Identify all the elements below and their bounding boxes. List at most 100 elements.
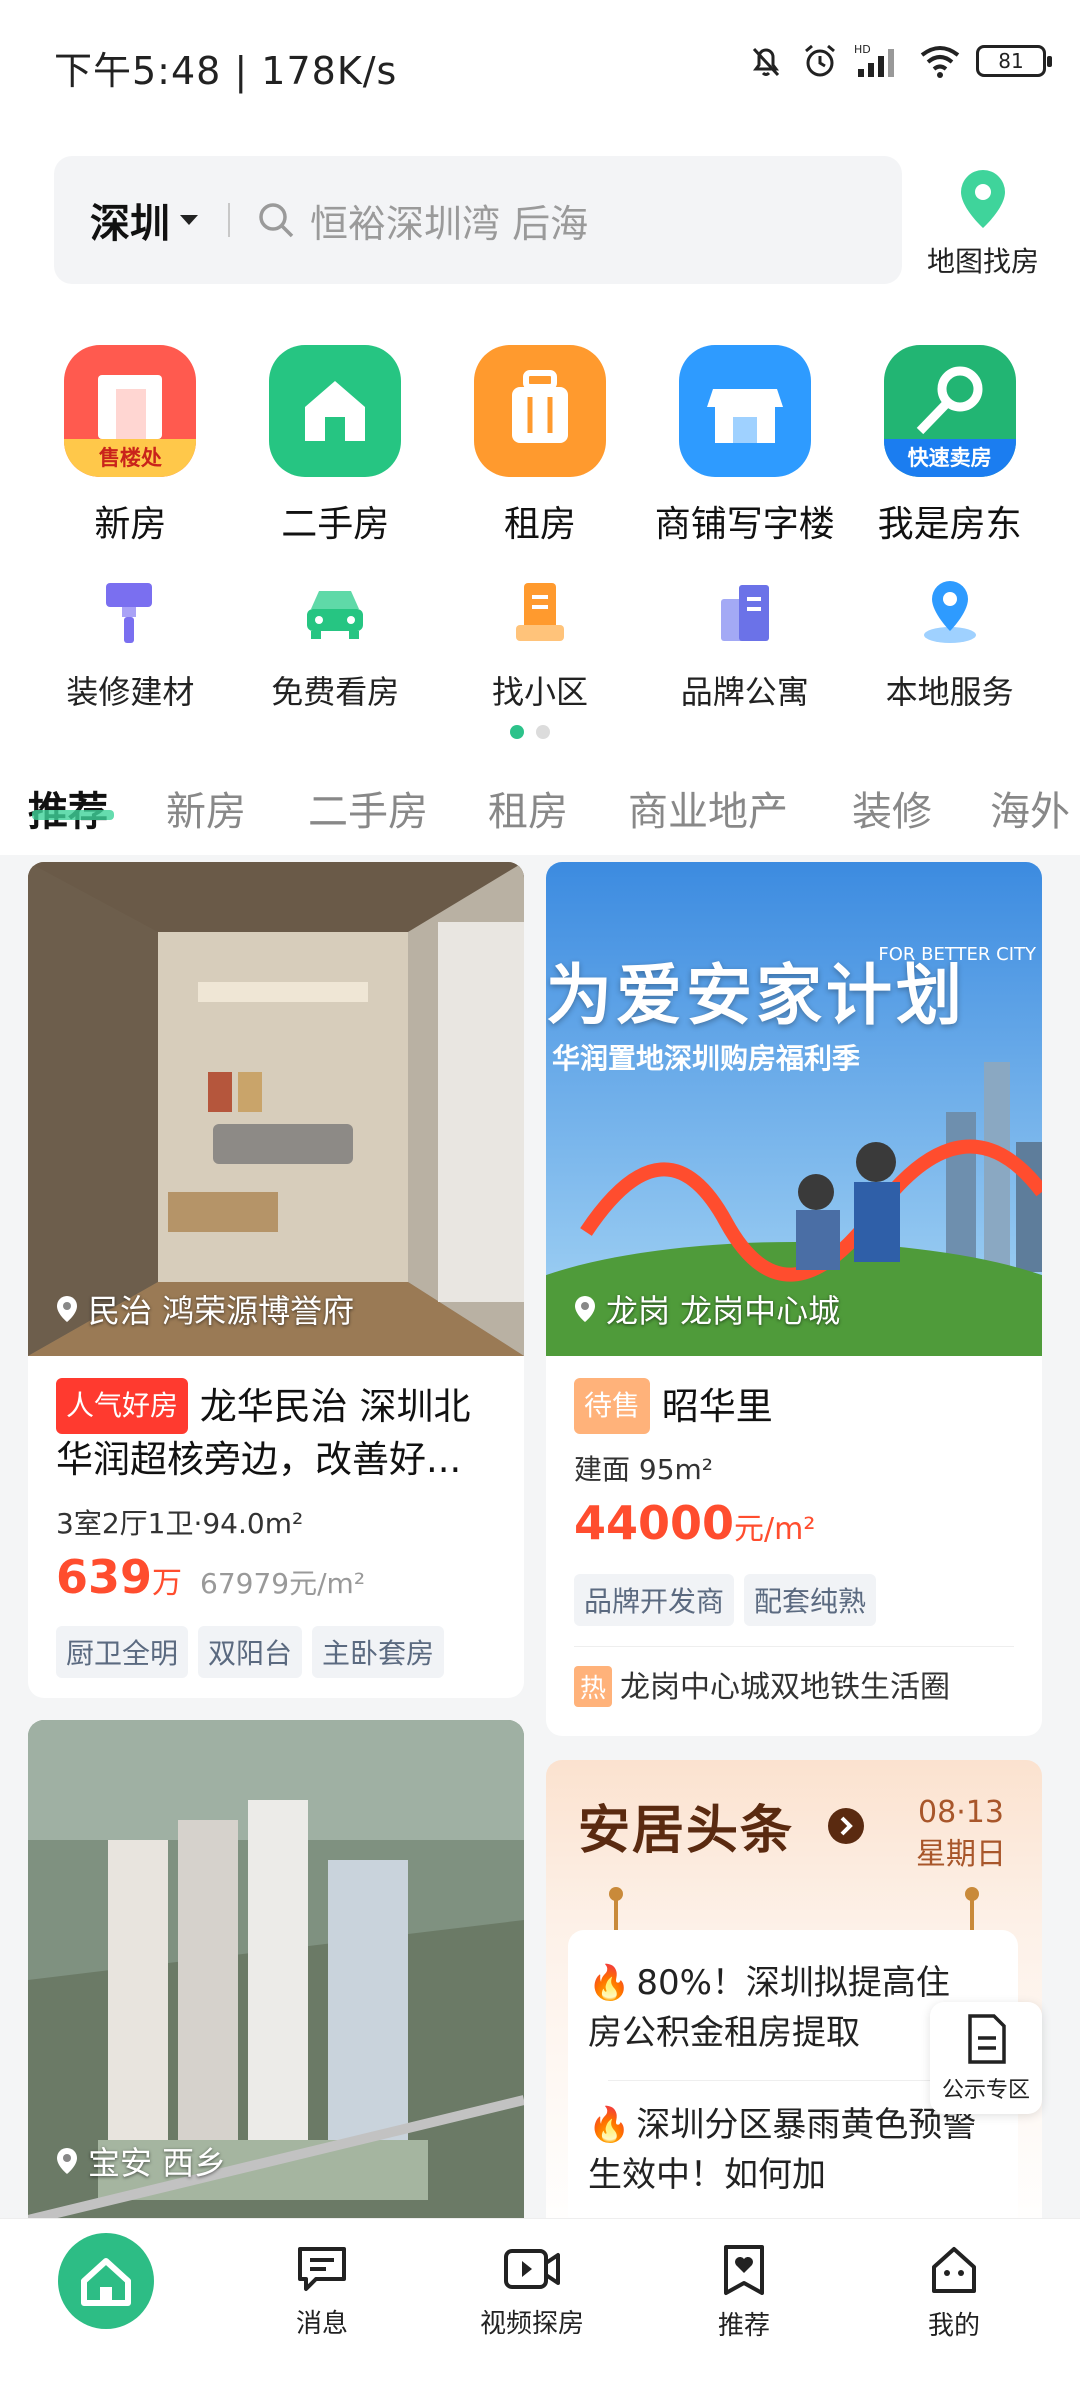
news-title[interactable]: 安居头条 xyxy=(578,1788,794,1863)
feature-chips: 品牌开发商 配套纯熟 xyxy=(574,1574,886,1626)
listing-card[interactable]: 为爱安家计划 FOR BETTER CITY 华润置地深圳购房福利季 龙岗 龙岗… xyxy=(546,862,1042,1736)
location-pin-icon xyxy=(57,2148,77,2174)
news-date: 08·13 星期日 xyxy=(916,1792,1006,1876)
nav-label: 我的 xyxy=(927,2311,980,2341)
tab-overseas[interactable]: 海外 xyxy=(990,779,1070,837)
feature-chip: 品牌开发商 xyxy=(574,1574,735,1626)
divider xyxy=(228,203,230,237)
category-find-community[interactable]: 找小区 xyxy=(438,575,643,713)
search-input[interactable]: 恒裕深圳湾 后海 xyxy=(310,193,588,248)
map-search-button[interactable]: 地图找房 xyxy=(918,166,1048,286)
feature-chip: 厨卫全明 xyxy=(56,1626,189,1678)
mute-bell-icon xyxy=(752,47,780,77)
key-icon: 快速卖房 xyxy=(883,345,1016,477)
nav-video-tour[interactable]: 视频探房 xyxy=(452,2243,612,2340)
listing-price: 639万 67979元/m² xyxy=(56,1550,365,1604)
bookmark-heart-icon xyxy=(724,2245,764,2295)
tab-second-hand[interactable]: 二手房 xyxy=(308,779,428,837)
nav-label: 推荐 xyxy=(717,2311,770,2341)
shop-icon xyxy=(678,345,811,477)
tab-decoration[interactable]: 装修 xyxy=(852,779,932,837)
listing-card[interactable]: 民治 鸿荣源博誉府 人气好房 龙华民治 深圳北华润超核旁边，改善好... 3室2… xyxy=(28,862,524,1698)
hot-badge: 热 xyxy=(574,1666,613,1707)
signal-icon: HD xyxy=(854,43,894,77)
fire-icon: 🔥 xyxy=(588,1963,631,2003)
category-rental[interactable]: 租房 xyxy=(438,345,643,547)
total-price: 639 xyxy=(56,1550,153,1604)
feature-chip: 主卧套房 xyxy=(312,1626,445,1678)
category-landlord[interactable]: 快速卖房 我是房东 xyxy=(847,345,1052,547)
status-time: 下午5:48 | 178K/s xyxy=(54,49,398,93)
top-panel: 下午5:48 | 178K/s HD 81 深圳 恒裕深圳湾 后海 地图找房 售… xyxy=(0,0,1080,755)
suitcase-icon xyxy=(473,345,606,477)
category-second-hand[interactable]: 二手房 xyxy=(233,345,438,547)
chevron-right-icon[interactable] xyxy=(828,1808,864,1844)
primary-categories: 售楼处 新房 二手房 租房 商铺写字楼 快速卖房 我是房东 xyxy=(28,345,1052,547)
alarm-icon xyxy=(805,44,835,77)
video-icon xyxy=(504,2249,560,2289)
tab-rental[interactable]: 租房 xyxy=(488,779,568,837)
nav-label: 消息 xyxy=(295,2309,348,2339)
news-card[interactable]: 安居头条 08·13 星期日 🔥 80%！深圳拟提高住房公积金租房提取 🔥 深圳分区… xyxy=(546,1760,1042,2240)
for-sale-tag: 待售 xyxy=(574,1378,651,1434)
profile-icon xyxy=(932,2247,976,2293)
listing-card[interactable]: 宝安 西乡 xyxy=(28,1720,524,2240)
active-tab-indicator xyxy=(32,810,114,820)
category-decoration[interactable]: 装修建材 xyxy=(28,575,233,713)
apartment-icon xyxy=(720,585,769,641)
category-label: 新房 xyxy=(94,504,167,545)
listing-photo xyxy=(28,862,524,1356)
hot-info: 热龙岗中心城双地铁生活圈 xyxy=(574,1662,950,1707)
unit-price-value: 44000 xyxy=(574,1496,735,1550)
nav-profile[interactable]: 我的 xyxy=(874,2243,1034,2342)
category-label: 免费看房 xyxy=(271,673,400,711)
category-brand-apartment[interactable]: 品牌公寓 xyxy=(642,575,847,713)
news-date-weekday: 星期日 xyxy=(916,1837,1006,1872)
paint-brush-icon xyxy=(106,583,153,643)
bottom-nav: 消息 视频探房 推荐 我的 xyxy=(0,2218,1080,2400)
tab-commercial[interactable]: 商业地产 xyxy=(628,779,788,837)
status-bar: 下午5:48 | 178K/s HD 81 xyxy=(0,0,1080,130)
tab-recommend[interactable]: 推荐 xyxy=(28,779,108,837)
search-bar[interactable]: 深圳 恒裕深圳湾 后海 xyxy=(54,156,902,284)
popular-tag: 人气好房 xyxy=(56,1378,189,1434)
hot-text: 龙岗中心城双地铁生活圈 xyxy=(620,1670,951,1705)
fire-icon: 🔥 xyxy=(588,2105,631,2145)
listing-location: 民治 鸿荣源博誉府 xyxy=(54,1286,354,1332)
carousel-dot-active xyxy=(510,725,524,739)
category-free-viewing[interactable]: 免费看房 xyxy=(233,575,438,713)
listing-title-block: 待售 昭华里 xyxy=(574,1378,773,1434)
tab-new-homes[interactable]: 新房 xyxy=(166,779,246,837)
category-label: 找小区 xyxy=(491,673,588,711)
location-text: 民治 鸿荣源博誉府 xyxy=(88,1292,355,1330)
location-text: 龙岗 龙岗中心城 xyxy=(606,1292,841,1330)
document-icon xyxy=(968,2014,1006,2064)
battery-indicator: 81 xyxy=(976,45,1052,77)
city-selector[interactable]: 深圳 xyxy=(90,191,170,249)
news-item[interactable]: 🔥 80%！深圳拟提高住房公积金租房提取 xyxy=(588,1958,978,2058)
home-button[interactable] xyxy=(58,2233,154,2329)
category-local-service[interactable]: 本地服务 xyxy=(847,575,1052,713)
secondary-categories: 装修建材 免费看房 找小区 品牌公寓 本地服务 xyxy=(28,575,1052,713)
category-label: 租房 xyxy=(503,504,576,545)
feature-chips: 厨卫全明 双阳台 主卧套房 xyxy=(56,1626,454,1678)
listing-price: 44000元/m² xyxy=(574,1496,815,1550)
listing-title: 昭华里 xyxy=(661,1385,773,1428)
divider xyxy=(574,1646,1014,1647)
news-item-text: 深圳分区暴雨黄色预警生效中！如何加 xyxy=(588,2105,977,2195)
category-label: 我是房东 xyxy=(877,504,1022,545)
public-notice-button[interactable]: 公示专区 xyxy=(930,2002,1042,2114)
news-item[interactable]: 🔥 深圳分区暴雨黄色预警生效中！如何加 xyxy=(588,2100,978,2200)
location-service-icon xyxy=(923,581,976,643)
category-new-homes[interactable]: 售楼处 新房 xyxy=(28,345,233,547)
banner-english: FOR BETTER CITY xyxy=(878,944,1036,965)
category-commercial[interactable]: 商铺写字楼 xyxy=(642,345,847,547)
feature-chip: 双阳台 xyxy=(198,1626,303,1678)
listing-location: 宝安 西乡 xyxy=(54,2138,226,2184)
nav-messages[interactable]: 消息 xyxy=(242,2243,402,2340)
divider xyxy=(608,2080,978,2081)
category-label: 品牌公寓 xyxy=(680,673,809,711)
unit-price: 67979元/m² xyxy=(200,1567,366,1600)
caret-down-icon xyxy=(180,215,198,225)
nav-recommend[interactable]: 推荐 xyxy=(664,2243,824,2342)
